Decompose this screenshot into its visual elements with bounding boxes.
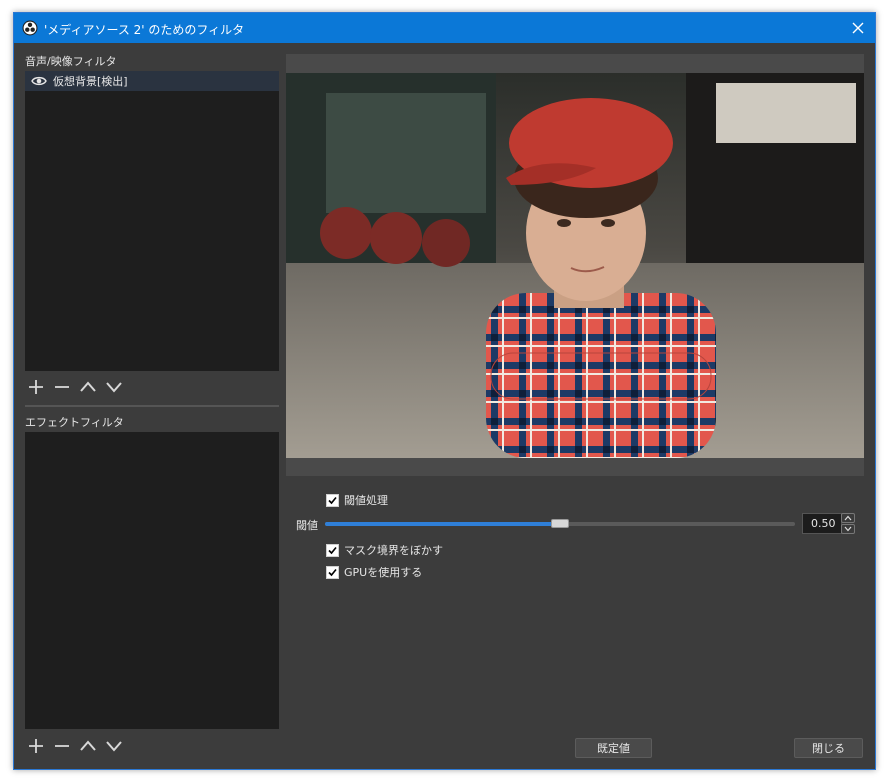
blur-mask-checkbox-label: マスク境界をぼかす bbox=[344, 544, 443, 557]
audio-video-filters-label: 音声/映像フィルタ bbox=[25, 55, 117, 68]
chevron-up-icon bbox=[844, 515, 852, 521]
obs-icon bbox=[22, 20, 38, 36]
preview-photo bbox=[286, 73, 864, 458]
threshold-value-input[interactable]: 0.50 bbox=[802, 513, 842, 534]
chevron-down-icon bbox=[844, 526, 852, 532]
threshold-slider-handle[interactable] bbox=[551, 519, 569, 528]
chevron-down-icon bbox=[106, 741, 122, 752]
checkmark-icon bbox=[328, 546, 337, 554]
filter-list-item[interactable]: 仮想背景[検出] bbox=[25, 71, 279, 91]
effect-filter-list[interactable] bbox=[25, 432, 279, 729]
filters-window: 'メディアソース 2' のためのフィルタ 音声/映像フィルタ 仮想背景[検出] bbox=[13, 12, 876, 770]
close-icon bbox=[852, 22, 864, 34]
defaults-button[interactable]: 既定値 bbox=[575, 738, 652, 758]
checkmark-icon bbox=[328, 568, 337, 576]
threshold-checkbox-label: 閾値処理 bbox=[344, 494, 388, 507]
audio-video-filter-toolbar bbox=[25, 376, 125, 398]
close-button[interactable]: 閉じる bbox=[794, 738, 863, 758]
threshold-checkbox[interactable] bbox=[326, 493, 339, 507]
minus-icon bbox=[55, 745, 69, 747]
add-filter-button[interactable] bbox=[25, 376, 47, 398]
chevron-up-icon bbox=[80, 740, 96, 751]
chevron-up-icon bbox=[80, 381, 96, 392]
audio-video-filter-list[interactable]: 仮想背景[検出] bbox=[25, 71, 279, 371]
gpu-checkbox[interactable] bbox=[326, 565, 339, 579]
threshold-slider-fill bbox=[325, 522, 560, 526]
title-bar[interactable]: 'メディアソース 2' のためのフィルタ bbox=[14, 13, 875, 43]
move-effect-filter-up-button[interactable] bbox=[77, 735, 99, 757]
gpu-checkbox-row[interactable]: GPUを使用する bbox=[326, 564, 422, 580]
chevron-down-icon bbox=[106, 382, 122, 393]
threshold-checkbox-row[interactable]: 閾値処理 bbox=[326, 492, 388, 508]
move-filter-up-button[interactable] bbox=[77, 376, 99, 398]
preview-area bbox=[286, 54, 864, 476]
blur-mask-checkbox-row[interactable]: マスク境界をぼかす bbox=[326, 542, 443, 558]
minus-icon bbox=[55, 386, 69, 388]
effect-filter-toolbar bbox=[25, 735, 125, 757]
checkmark-icon bbox=[328, 496, 337, 504]
window-title: 'メディアソース 2' のためのフィルタ bbox=[44, 23, 245, 37]
close-window-button[interactable] bbox=[841, 13, 875, 43]
remove-filter-button[interactable] bbox=[51, 376, 73, 398]
add-effect-filter-button[interactable] bbox=[25, 735, 47, 757]
plus-icon bbox=[29, 739, 43, 753]
move-filter-down-button[interactable] bbox=[103, 376, 125, 398]
move-effect-filter-down-button[interactable] bbox=[103, 735, 125, 757]
eye-icon[interactable] bbox=[31, 73, 47, 89]
preview-image bbox=[286, 73, 864, 458]
increment-button[interactable] bbox=[841, 513, 855, 523]
threshold-label: 閾値 bbox=[296, 519, 318, 532]
splitter[interactable] bbox=[25, 405, 279, 407]
remove-effect-filter-button[interactable] bbox=[51, 735, 73, 757]
decrement-button[interactable] bbox=[841, 524, 855, 534]
effect-filters-label: エフェクトフィルタ bbox=[25, 416, 124, 429]
blur-mask-checkbox[interactable] bbox=[326, 543, 339, 557]
gpu-checkbox-label: GPUを使用する bbox=[344, 566, 423, 579]
threshold-value: 0.50 bbox=[811, 517, 836, 530]
plus-icon bbox=[29, 380, 43, 394]
filter-item-label: 仮想背景[検出] bbox=[53, 75, 128, 88]
threshold-slider[interactable] bbox=[325, 519, 795, 528]
threshold-spin-buttons bbox=[841, 513, 855, 534]
